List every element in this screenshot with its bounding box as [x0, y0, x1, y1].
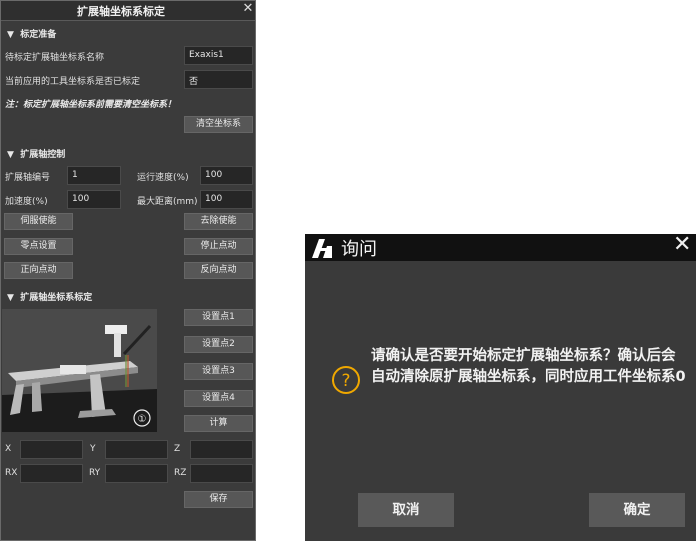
- robot-rail-image: ①: [2, 309, 157, 432]
- acceleration-label: 加速度(%): [5, 197, 48, 207]
- confirm-dialog: 询问 ✕ ? 请确认是否要开始标定扩展轴坐标系？确认后会自动清除原扩展轴坐标系，…: [305, 232, 696, 541]
- rz-label: RZ: [174, 468, 187, 478]
- name-label: 待标定扩展轴坐标系名称: [5, 53, 105, 63]
- clear-note: 注：标定扩展轴坐标系前需要清空坐标系！: [5, 100, 177, 110]
- image-step-badge: ①: [138, 414, 147, 425]
- set-point-2-button[interactable]: 设置点2: [184, 336, 253, 353]
- rx-label: RX: [5, 468, 18, 478]
- section-prepare-header[interactable]: ▼ 标定准备: [7, 27, 56, 40]
- dialog-message: 请确认是否要开始标定扩展轴坐标系？确认后会自动清除原扩展轴坐标系，同时应用工件坐…: [371, 348, 686, 385]
- dialog-titlebar: 询问 ✕: [305, 232, 696, 261]
- axis-number-field[interactable]: 1: [67, 166, 121, 185]
- triangle-down-icon: ▼: [7, 293, 14, 303]
- question-mark: ?: [341, 371, 350, 391]
- name-field[interactable]: Exaxis1: [184, 46, 253, 65]
- z-label: Z: [174, 444, 181, 454]
- triangle-down-icon: ▼: [7, 150, 14, 160]
- ry-label: RY: [89, 468, 101, 478]
- servo-enable-button[interactable]: 伺服使能: [4, 213, 73, 230]
- app-logo-icon: [312, 239, 332, 258]
- triangle-down-icon: ▼: [7, 30, 14, 40]
- tool-calibrated-field[interactable]: 否: [184, 70, 253, 89]
- z-field[interactable]: [190, 440, 253, 459]
- x-field[interactable]: [20, 440, 83, 459]
- section-control-title: 扩展轴控制: [20, 150, 66, 160]
- question-icon: ?: [332, 366, 360, 394]
- cancel-button[interactable]: 取消: [358, 493, 454, 527]
- y-label: Y: [90, 444, 96, 454]
- save-button[interactable]: 保存: [184, 491, 253, 508]
- acceleration-field[interactable]: 100: [67, 190, 121, 209]
- reverse-jog-button[interactable]: 反向点动: [184, 262, 253, 279]
- section-calibration-title: 扩展轴坐标系标定: [20, 293, 93, 303]
- zero-set-button[interactable]: 零点设置: [4, 238, 73, 255]
- servo-disable-button[interactable]: 去除使能: [184, 213, 253, 230]
- max-distance-label: 最大距离(mm): [137, 197, 198, 207]
- rz-field[interactable]: [190, 464, 253, 483]
- ok-button[interactable]: 确定: [589, 493, 685, 527]
- section-calibration-header[interactable]: ▼ 扩展轴坐标系标定: [7, 290, 92, 303]
- axis-number-label: 扩展轴编号: [5, 173, 51, 183]
- stop-jog-button[interactable]: 停止点动: [184, 238, 253, 255]
- y-field[interactable]: [105, 440, 168, 459]
- x-label: X: [5, 444, 12, 454]
- panel-titlebar: 扩展轴坐标系标定 ✕: [1, 1, 255, 21]
- section-control-header[interactable]: ▼ 扩展轴控制: [7, 147, 65, 160]
- dialog-close-icon[interactable]: ✕: [673, 232, 691, 257]
- calibration-panel: 扩展轴坐标系标定 ✕ ▼ 标定准备 待标定扩展轴坐标系名称 Exaxis1 当前…: [0, 0, 256, 541]
- panel-title: 扩展轴坐标系标定: [77, 5, 165, 18]
- dialog-title: 询问: [341, 239, 377, 260]
- speed-field[interactable]: 100: [200, 166, 253, 185]
- tool-label: 当前应用的工具坐标系是否已标定: [5, 77, 141, 87]
- set-point-4-button[interactable]: 设置点4: [184, 390, 253, 407]
- close-icon[interactable]: ✕: [241, 1, 255, 16]
- speed-label: 运行速度(%): [137, 173, 189, 183]
- set-point-1-button[interactable]: 设置点1: [184, 309, 253, 326]
- clear-coordinate-button[interactable]: 清空坐标系: [184, 116, 253, 133]
- section-prepare-title: 标定准备: [20, 30, 57, 40]
- robot-rail-illustration: ①: [2, 309, 157, 432]
- max-distance-field[interactable]: 100: [200, 190, 253, 209]
- set-point-3-button[interactable]: 设置点3: [184, 363, 253, 380]
- forward-jog-button[interactable]: 正向点动: [4, 262, 73, 279]
- compute-button[interactable]: 计算: [184, 415, 253, 432]
- ry-field[interactable]: [105, 464, 168, 483]
- rx-field[interactable]: [20, 464, 83, 483]
